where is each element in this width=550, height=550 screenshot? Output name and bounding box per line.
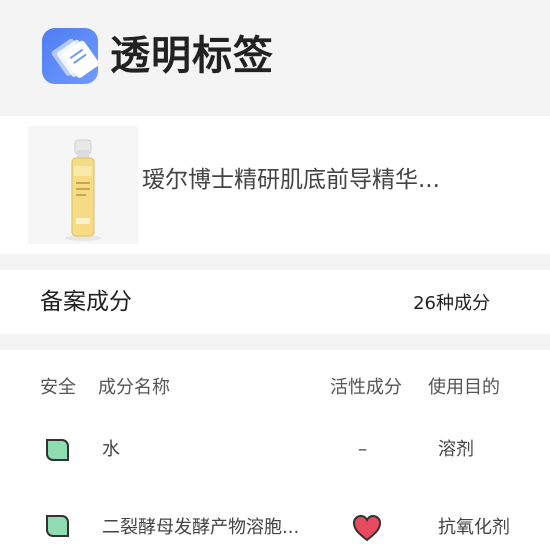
header-active: 活性成分: [330, 377, 402, 398]
app-logo-icon: [42, 28, 98, 84]
header-name: 成分名称: [98, 377, 170, 398]
table-row[interactable]: 二裂酵母发酵产物溶胞... 抗氧化剂: [0, 490, 550, 550]
app-header: 透明标签: [0, 0, 550, 116]
product-image: [28, 126, 138, 244]
header-purpose: 使用目的: [428, 377, 500, 398]
leaf-green-icon: [46, 515, 69, 537]
header-safety: 安全: [40, 377, 76, 398]
leaf-green-icon: [46, 439, 69, 461]
ingredient-purpose: 溶剂: [438, 439, 474, 460]
ingredient-purpose: 抗氧化剂: [438, 517, 510, 538]
table-row[interactable]: 水 – 溶剂: [0, 420, 550, 490]
heart-icon: [352, 514, 382, 542]
app-title: 透明标签: [110, 33, 274, 79]
ingredients-table: 安全 成分名称 活性成分 使用目的 水 – 溶剂 二裂酵母发酵产物溶胞... 抗…: [0, 350, 550, 550]
ingredient-count: 26种成分: [413, 293, 490, 314]
serum-bottle-icon: [65, 139, 101, 241]
active-indicator: –: [358, 439, 367, 460]
ingredients-section-header: 备案成分 26种成分: [0, 270, 550, 334]
product-name: 瑷尔博士精研肌底前导精华...: [142, 167, 440, 193]
section-title: 备案成分: [40, 289, 132, 315]
product-card[interactable]: 瑷尔博士精研肌底前导精华...: [0, 116, 550, 254]
ingredient-name: 水: [102, 439, 120, 460]
ingredient-name: 二裂酵母发酵产物溶胞...: [102, 517, 300, 538]
